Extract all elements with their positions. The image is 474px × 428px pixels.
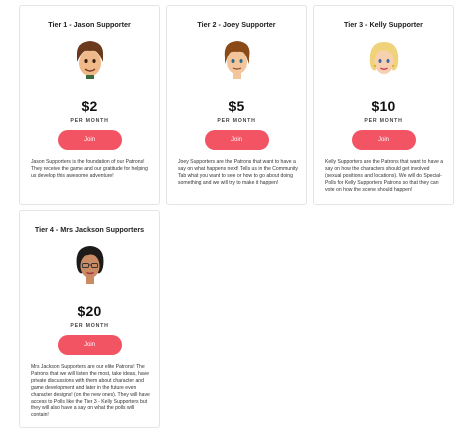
tier-card-4: Tier 4 - Mrs Jackson Supporters $20 PER … [19,210,160,428]
join-button[interactable]: Join [204,130,269,150]
tier-title: Tier 2 - Joey Supporter [197,20,276,29]
tier-title: Tier 3 - Kelly Supporter [344,20,423,29]
tier-period: PER MONTH [217,118,256,124]
tier-card-1: Tier 1 - Jason Supporter $2 PER MONTH Jo… [19,5,160,205]
tier-card-3: Tier 3 - Kelly Supporter $10 PER MONTH J… [313,5,454,205]
tier-period: PER MONTH [70,323,109,329]
tier-price: $2 [81,98,98,114]
tier-price: $10 [371,98,396,114]
tier-description: Kelly Supporters are the Patrons that wa… [325,159,444,193]
tier-description: Joey Supporters are the Patrons that wan… [178,159,298,186]
join-button[interactable]: Join [351,130,416,150]
kelly-avatar [369,42,398,74]
tier-description: Mrs Jackson Supporters are our elite Pat… [31,364,150,419]
mrs-jackson-avatar [76,246,103,284]
join-button[interactable]: Join [57,130,122,150]
tier-price: $20 [77,303,102,319]
tier-period: PER MONTH [70,118,109,124]
tier-price: $5 [228,98,245,114]
tier-period: PER MONTH [364,118,403,124]
tier-title: Tier 1 - Jason Supporter [48,20,131,29]
join-button[interactable]: Join [57,335,122,355]
tier-title: Tier 4 - Mrs Jackson Supporters [34,225,145,234]
tier-card-2: Tier 2 - Joey Supporter $5 PER MONTH Joi… [166,5,307,205]
tier-description: Jason Supporters is the foundation of ou… [31,159,148,179]
jason-avatar [76,41,103,79]
joey-avatar [224,41,249,79]
